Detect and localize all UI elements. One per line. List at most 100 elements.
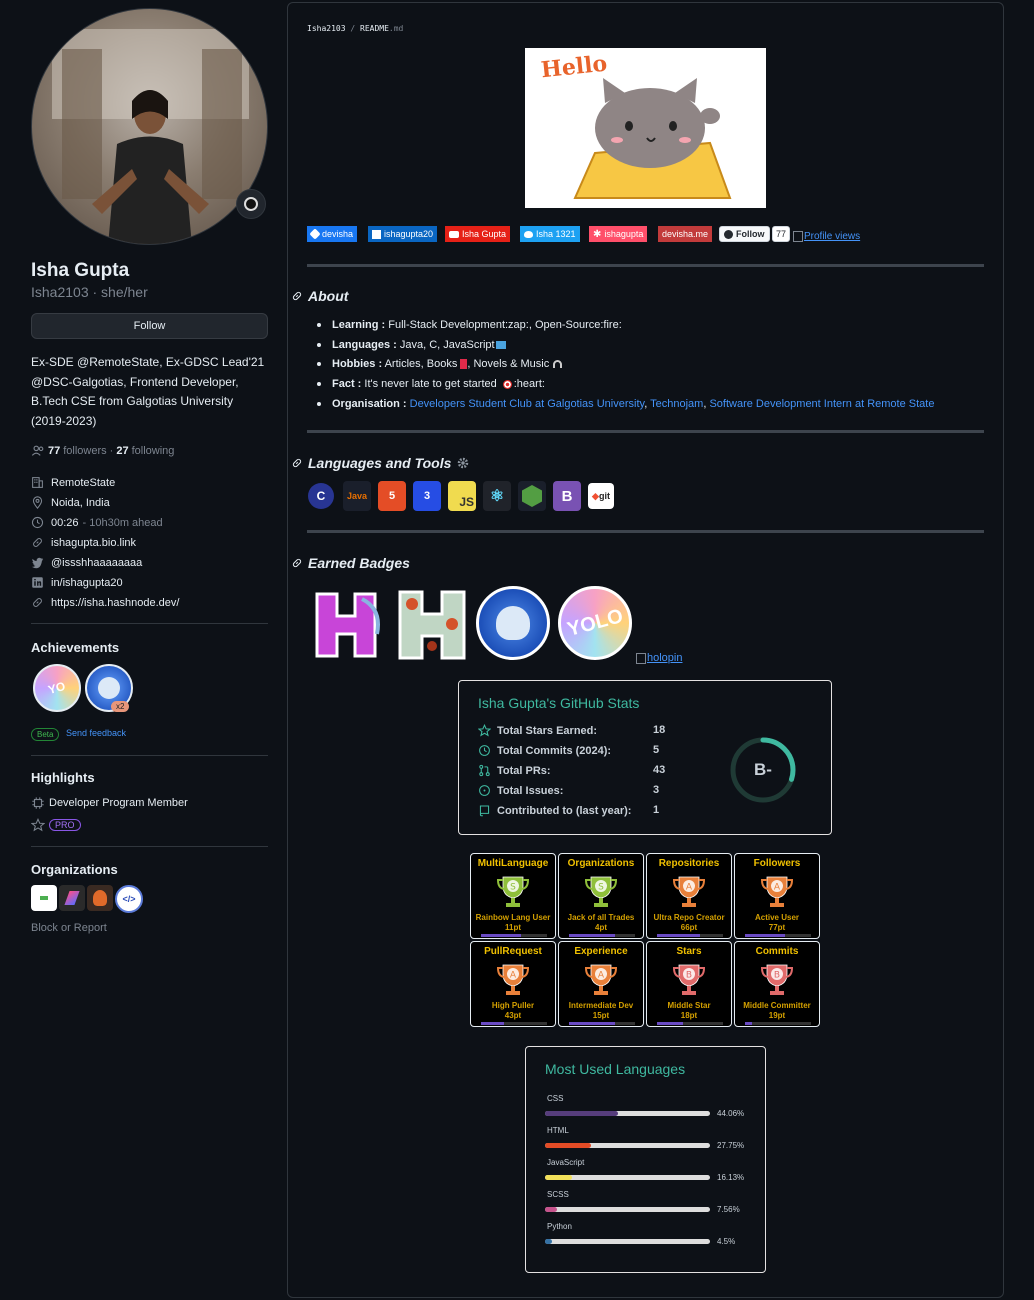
stats-title: Isha Gupta's GitHub Stats [478, 695, 640, 711]
organization-icon [32, 477, 43, 488]
trophy-title: Organizations [567, 858, 635, 869]
anchor-link-icon[interactable] [291, 557, 303, 569]
dsc-link[interactable]: Developers Student Club at Galgotias Uni… [410, 398, 645, 410]
status-emoji-button[interactable] [236, 189, 266, 219]
trophy-cup-icon: A [585, 964, 617, 995]
holopin-badge-shark[interactable] [476, 586, 550, 660]
link-icon [33, 598, 42, 607]
trophy-card: Organizations S Jack of all Trades 4pt [558, 853, 644, 939]
html5-icon[interactable]: 5 [378, 481, 406, 511]
trophy-rank: S [598, 883, 604, 893]
twitter-icon [31, 557, 44, 569]
org-avatar-1[interactable] [31, 885, 57, 911]
css3-icon[interactable]: 3 [413, 481, 441, 511]
followers-label[interactable]: followers [63, 445, 106, 457]
star-icon [478, 724, 491, 737]
following-count[interactable]: 27 [116, 445, 128, 457]
github-follow-button[interactable]: Follow [719, 226, 770, 242]
profile-bio: Ex-SDE @RemoteState, Ex-GDSC Lead'21 @DS… [31, 353, 271, 431]
trophy-title: Commits [755, 946, 799, 957]
readme-user[interactable]: Isha2103 [307, 24, 346, 33]
nodejs-icon[interactable] [518, 481, 546, 511]
location-icon [32, 496, 43, 509]
follow-button[interactable]: Follow [31, 313, 268, 339]
following-label[interactable]: following [132, 445, 175, 457]
followers-count[interactable]: 77 [48, 445, 60, 457]
language-percent: 4.5% [717, 1237, 736, 1246]
hashnode-icon [309, 228, 321, 240]
avatar-photo [52, 29, 249, 244]
technojam-link[interactable]: Technojam [650, 398, 703, 410]
c-icon[interactable]: C [308, 483, 334, 509]
badge-website[interactable]: devisha.me [658, 226, 713, 242]
linkedin-handle[interactable]: in/ishagupta20 [51, 577, 123, 589]
about-item-organisation: Organisation : Developers Student Club a… [317, 398, 934, 410]
git-icon[interactable]: ◆ git [588, 483, 614, 509]
holopin-badge-yolo[interactable]: YOLO [558, 586, 632, 660]
holopin-badge-hacktoberfest-h1[interactable] [307, 584, 387, 664]
remotestate-link[interactable]: Software Development Intern at Remote St… [709, 398, 934, 410]
achievement-multiplier: x2 [111, 701, 130, 712]
ninja-icon [244, 197, 258, 211]
trophy-rank: A [774, 883, 781, 893]
block-report-link[interactable]: Block or Report [31, 922, 107, 934]
profile-views-badge[interactable]: Profile views [793, 231, 860, 242]
issue-icon [479, 785, 490, 796]
badge-youtube[interactable]: Isha Gupta [445, 226, 511, 242]
java-icon[interactable]: Java [343, 481, 371, 511]
profile-views-text: Profile views [804, 231, 861, 242]
trophy-card: Followers A Active User 77pt [734, 853, 820, 939]
javascript-icon[interactable]: JS [448, 481, 476, 511]
trophy-cup-icon: A [673, 876, 705, 907]
holopin-text: holopin [647, 652, 683, 664]
stat-prs: Total PRs: [478, 764, 551, 777]
anchor-link-icon[interactable] [291, 457, 303, 469]
language-name: HTML [547, 1126, 569, 1135]
follow-count-bubble[interactable]: 77 [772, 226, 791, 242]
stat-stars: Total Stars Earned: [478, 724, 597, 737]
code-icon: </> [122, 894, 136, 904]
grade-label: B- [754, 760, 772, 779]
trophy-points: 11pt [504, 923, 521, 932]
stat-commits: Total Commits (2024): [478, 744, 611, 757]
website-link[interactable]: ishagupta.bio.link [51, 537, 136, 549]
comma: , [644, 398, 648, 410]
send-feedback-link[interactable]: Send feedback [66, 728, 126, 738]
blog-link[interactable]: https://isha.hashnode.dev/ [51, 597, 179, 609]
badge-label: devisha [322, 229, 354, 239]
readme-ext: .md [388, 24, 404, 33]
bootstrap-icon[interactable]: B [553, 481, 581, 511]
react-icon[interactable]: ⚛ [483, 481, 511, 511]
badge-hackerrank[interactable]: ✱ ishagupta [589, 226, 648, 242]
bio-line: @DSC-Galgotias, Frontend Developer, [31, 374, 239, 389]
achievement-yolo[interactable]: YO [33, 664, 81, 712]
holopin-link[interactable]: holopin [636, 652, 682, 664]
yolo-icon: YOLO [564, 604, 626, 641]
trophy-card: Commits B Middle Committer 19pt [734, 941, 820, 1027]
letter-h-badge-icon [315, 592, 380, 658]
trophy-title: Followers [753, 858, 801, 869]
stat-contributed: Contributed to (last year): [478, 804, 631, 817]
tools-heading: Languages and Tools [291, 455, 470, 471]
badge-linkedin[interactable]: ishagupta20 [368, 226, 438, 242]
badge-twitter[interactable]: Isha 1321 [520, 226, 580, 242]
fox-icon [93, 890, 107, 906]
org-avatar-3[interactable] [87, 885, 113, 911]
follow-counts: 77 followers · 27 following [31, 444, 174, 458]
vcard-linkedin: in/ishagupta20 [31, 576, 123, 589]
tools-title: Languages and Tools [308, 455, 452, 471]
anchor-link-icon[interactable] [291, 290, 303, 302]
holopin-badge-hacktoberfest-h2[interactable] [392, 584, 472, 664]
badge-hashnode[interactable]: devisha [307, 226, 358, 242]
org-avatar-2[interactable] [59, 885, 85, 911]
organizations-title: Organizations [31, 862, 118, 877]
org-avatar-4[interactable]: </> [115, 885, 143, 913]
pro-badge: PRO [49, 819, 81, 831]
avatar[interactable] [31, 8, 268, 245]
target-icon [502, 379, 512, 389]
achievements-title[interactable]: Achievements [31, 640, 119, 655]
trophy-rank: A [598, 971, 605, 981]
about-title: About [308, 288, 349, 304]
twitter-handle[interactable]: @issshhaaaaaaaa [51, 557, 142, 569]
time-ahead: - 10h30m ahead [82, 516, 163, 529]
